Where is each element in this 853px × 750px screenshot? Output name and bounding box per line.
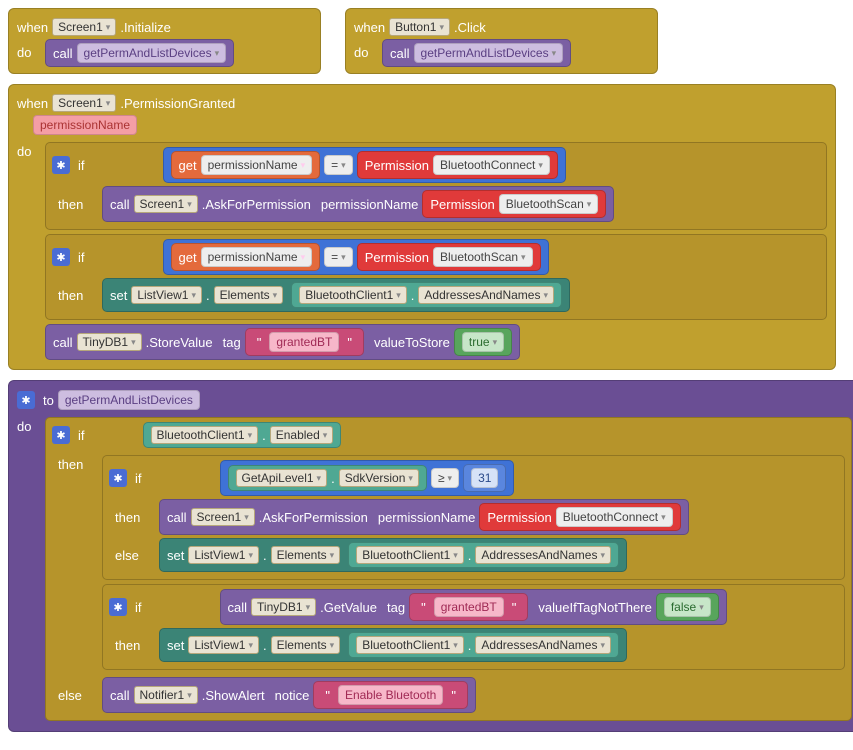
- btclient-enabled[interactable]: BluetoothClient1▾ . Enabled▾: [143, 422, 342, 448]
- chevron-down-icon: ▾: [106, 98, 111, 109]
- chevron-down-icon: ▾: [341, 252, 346, 263]
- op-equals[interactable]: = ▾: [324, 155, 353, 175]
- chevron-down-icon: ▾: [552, 48, 557, 59]
- event-permission-granted[interactable]: when Screen1▾ .PermissionGranted permiss…: [8, 84, 836, 370]
- chevron-down-icon: ▾: [538, 160, 543, 171]
- chevron-down-icon: ▾: [244, 512, 249, 523]
- chevron-down-icon: ▾: [600, 640, 605, 651]
- chevron-down-icon: ▾: [306, 602, 311, 613]
- call-getperm[interactable]: call getPermAndListDevices ▾: [45, 39, 234, 67]
- string-enablebt[interactable]: "Enable Bluetooth": [313, 681, 468, 709]
- chevron-down-icon: ▾: [600, 550, 605, 561]
- chevron-down-icon: ▾: [330, 550, 335, 561]
- compare-ge[interactable]: GetApiLevel1▾ . SdkVersion▾ ≥ ▾ 31: [220, 460, 515, 496]
- chevron-down-icon: ▾: [453, 550, 458, 561]
- bool-false[interactable]: false ▾: [656, 593, 719, 621]
- gear-icon[interactable]: ✱: [52, 248, 70, 266]
- chevron-down-icon: ▾: [106, 22, 111, 33]
- chevron-down-icon: ▾: [341, 160, 346, 171]
- set-listview-elements[interactable]: set ListView1▾ . Elements▾ BluetoothClie…: [102, 278, 570, 312]
- chevron-down-icon: ▾: [661, 512, 666, 523]
- chevron-down-icon: ▾: [187, 690, 192, 701]
- get-permissionName[interactable]: get permissionName ▾: [171, 151, 321, 179]
- btclient-addrnames[interactable]: BluetoothClient1▾ . AddressesAndNames▾: [291, 282, 562, 308]
- param-permissionName[interactable]: permissionName: [33, 115, 137, 135]
- proc-name[interactable]: getPermAndListDevices ▾: [77, 43, 227, 63]
- set-listview-else1[interactable]: set ListView1▾ . Elements▾ BluetoothClie…: [159, 538, 627, 572]
- equals-compare-2[interactable]: get permissionName ▾ = ▾ Permission Blue…: [163, 239, 549, 275]
- chevron-down-icon: ▾: [408, 473, 413, 484]
- gear-icon[interactable]: ✱: [52, 156, 70, 174]
- chevron-down-icon: ▾: [215, 48, 220, 59]
- chevron-down-icon: ▾: [248, 430, 253, 441]
- chevron-down-icon: ▾: [587, 199, 592, 210]
- dropdown-screen1[interactable]: Screen1▾: [52, 18, 116, 36]
- chevron-down-icon: ▾: [330, 640, 335, 651]
- number-31[interactable]: 31: [463, 464, 506, 492]
- equals-compare[interactable]: get permissionName ▾ = ▾ Permission Blue…: [163, 147, 566, 183]
- chevron-down-icon: ▾: [543, 290, 548, 301]
- chevron-down-icon: ▾: [131, 337, 136, 348]
- chevron-down-icon: ▾: [699, 602, 704, 613]
- call-notifier-showalert[interactable]: call Notifier1▾ .ShowAlert notice "Enabl…: [102, 677, 476, 713]
- bool-true[interactable]: true ▾: [454, 328, 512, 356]
- event-screen1-initialize[interactable]: when Screen1▾ .Initialize do call getPer…: [8, 8, 321, 74]
- chevron-down-icon: ▾: [396, 290, 401, 301]
- chevron-down-icon: ▾: [248, 550, 253, 561]
- event-name: .Initialize: [120, 20, 171, 35]
- gear-icon[interactable]: ✱: [109, 598, 127, 616]
- gear-icon[interactable]: ✱: [52, 426, 70, 444]
- chevron-down-icon: ▾: [448, 473, 453, 484]
- call-askforpermission-2[interactable]: call Screen1▾ .AskForPermission permissi…: [159, 499, 689, 535]
- string-grantedbt[interactable]: "grantedBT": [245, 328, 364, 356]
- procedure-getperm[interactable]: ✱ to getPermAndListDevices do ✱ if Bluet…: [8, 380, 853, 732]
- dropdown-button1[interactable]: Button1▾: [389, 18, 450, 36]
- proc-name-def[interactable]: getPermAndListDevices: [58, 390, 200, 410]
- call-tinydb-getvalue[interactable]: call TinyDB1▾ .GetValue tag "grantedBT" …: [220, 589, 727, 625]
- gear-icon[interactable]: ✱: [109, 469, 127, 487]
- chevron-down-icon: ▾: [317, 473, 322, 484]
- chevron-down-icon: ▾: [273, 290, 278, 301]
- if-block-1[interactable]: ✱ if get permissionName ▾ = ▾ Permission…: [45, 142, 827, 230]
- gear-icon[interactable]: ✱: [17, 391, 35, 409]
- chevron-down-icon: ▾: [439, 22, 444, 33]
- chevron-down-icon: ▾: [248, 640, 253, 651]
- if-tinydb[interactable]: ✱ if call TinyDB1▾ .GetValue tag "grante…: [102, 584, 845, 670]
- kw-do: do: [17, 39, 45, 67]
- call-tinydb-storevalue[interactable]: call TinyDB1▾ .StoreValue tag "grantedBT…: [45, 324, 520, 360]
- chevron-down-icon: ▾: [191, 290, 196, 301]
- chevron-down-icon: ▾: [301, 252, 306, 263]
- permission-btconnect[interactable]: Permission BluetoothConnect ▾: [357, 151, 558, 179]
- set-listview-then2[interactable]: set ListView1▾ . Elements▾ BluetoothClie…: [159, 628, 627, 662]
- if-outer[interactable]: ✱ if BluetoothClient1▾ . Enabled▾ then: [45, 417, 852, 721]
- chevron-down-icon: ▾: [187, 199, 192, 210]
- permission-btscan[interactable]: Permission BluetoothScan ▾: [422, 190, 606, 218]
- if-apilevel[interactable]: ✱ if GetApiLevel1▾ . SdkVersion▾ ≥: [102, 455, 845, 580]
- call-getperm-2[interactable]: call getPermAndListDevices ▾: [382, 39, 571, 67]
- event-button1-click[interactable]: when Button1▾ .Click do call getPermAndL…: [345, 8, 658, 74]
- chevron-down-icon: ▾: [453, 640, 458, 651]
- chevron-down-icon: ▾: [493, 337, 498, 348]
- kw-when: when: [17, 20, 48, 35]
- chevron-down-icon: ▾: [521, 252, 526, 263]
- chevron-down-icon: ▾: [301, 160, 306, 171]
- chevron-down-icon: ▾: [323, 430, 328, 441]
- call-askforpermission-1[interactable]: call Screen1▾ .AskForPermission permissi…: [102, 186, 614, 222]
- if-block-2[interactable]: ✱ if get permissionName ▾ = ▾ Permission…: [45, 234, 827, 320]
